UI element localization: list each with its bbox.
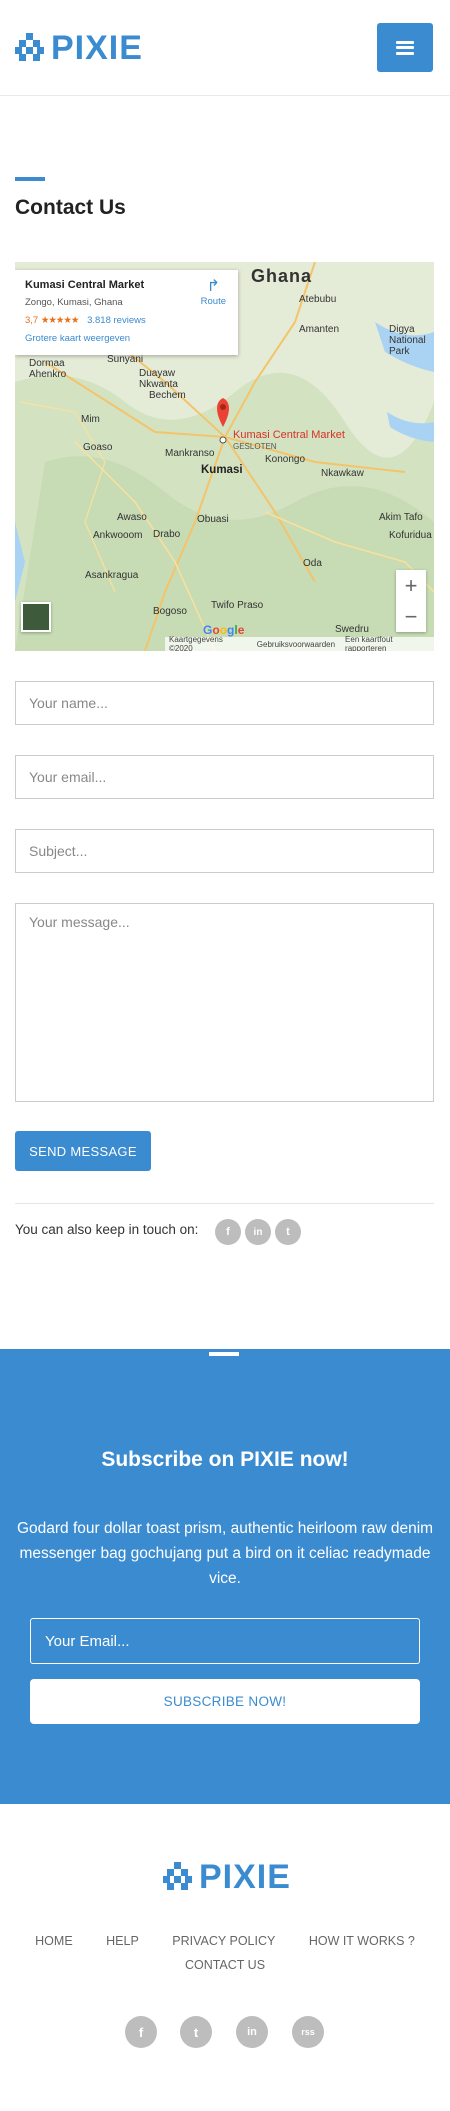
subscribe-button[interactable]: SUBSCRIBE NOW!	[30, 1679, 420, 1724]
map-city-label: Goaso	[83, 442, 113, 453]
map-city-label: Awaso	[117, 512, 147, 523]
pin-place-name: Kumasi Central Market	[233, 429, 345, 441]
twitter-icon[interactable]: t	[180, 2016, 212, 2048]
keep-in-touch-text: You can also keep in touch on:	[15, 1222, 199, 1237]
divider	[15, 1203, 434, 1204]
pixel-logo-icon	[15, 33, 45, 63]
route-button[interactable]: ↱ Route	[201, 278, 226, 307]
map-attribution: Kaartgegevens ©2020 Gebruiksvoorwaarden …	[165, 635, 434, 651]
linkedin-icon[interactable]: in	[245, 1219, 271, 1245]
pixel-logo-icon	[163, 1862, 193, 1892]
email-field[interactable]: Your email...	[15, 755, 434, 799]
map-city-label: Konongo	[265, 454, 306, 465]
map-city-label: Bechem	[149, 390, 186, 401]
map-city-label: Mankranso	[165, 448, 215, 459]
footer-link-how-it-works[interactable]: HOW IT WORKS ?	[309, 1934, 415, 1948]
map-city-label: Obuasi	[197, 514, 229, 525]
map-city-label: Amanten	[299, 324, 340, 335]
facebook-icon[interactable]: f	[215, 1219, 241, 1245]
site-header: PIXIE	[0, 0, 450, 96]
map-city-label: Oda	[303, 558, 322, 569]
place-name: Kumasi Central Market	[25, 279, 145, 291]
section-accent-bar	[15, 177, 45, 181]
map-city-label: Kofuridua	[389, 530, 432, 541]
map-city-label: Atebubu	[299, 294, 337, 305]
subject-field[interactable]: Subject...	[15, 829, 434, 873]
map-city-label: Sunyani	[107, 354, 144, 365]
send-message-button[interactable]: SEND MESSAGE	[15, 1131, 151, 1171]
report-error-link[interactable]: Een kaartfout rapporteren	[345, 635, 434, 651]
footer-logo-text: PIXIE	[199, 1857, 291, 1896]
map-pin-label[interactable]: Kumasi Central Market GESLOTEN	[233, 430, 345, 452]
place-rating: 3,7 ★★★★★ 3.818 reviews	[25, 315, 228, 326]
google-map[interactable]: Ghana Sunyani Duayaw Nkwanta Bechem Mim …	[15, 262, 434, 651]
site-logo[interactable]: PIXIE	[15, 28, 143, 68]
map-city-label: Swedru	[335, 624, 369, 635]
map-city-label: Nkawkaw	[321, 468, 364, 479]
zoom-control: + −	[396, 570, 426, 632]
map-city-label: Asankragua	[85, 570, 139, 581]
linkedin-icon[interactable]: in	[236, 2016, 268, 2048]
footer-link-help[interactable]: HELP	[106, 1934, 139, 1948]
map-city-label: Bogoso	[153, 606, 187, 617]
facebook-icon[interactable]: f	[125, 2016, 157, 2048]
map-city-label: Drabo	[153, 529, 181, 540]
zoom-out-button[interactable]: −	[396, 601, 426, 632]
route-label: Route	[200, 296, 226, 307]
bigger-map-link[interactable]: Grotere kaart weergeven	[25, 333, 228, 344]
menu-button[interactable]	[377, 23, 433, 72]
place-address: Zongo, Kumasi, Ghana	[25, 297, 123, 308]
rating-value: 3,7	[25, 315, 39, 326]
map-country-label: Ghana	[251, 266, 313, 286]
zoom-in-button[interactable]: +	[396, 570, 426, 601]
map-city-label: Duayaw Nkwanta	[139, 368, 178, 390]
satellite-toggle[interactable]	[21, 602, 51, 632]
name-field[interactable]: Your name...	[15, 681, 434, 725]
map-place-card: Kumasi Central Market Zongo, Kumasi, Gha…	[15, 270, 238, 355]
map-data-credit: Kaartgegevens ©2020	[169, 635, 223, 651]
footer-nav-row2: CONTACT US	[0, 1958, 450, 1972]
map-city-label: Akim Tafo	[379, 512, 423, 523]
footer-nav: HOME HELP PRIVACY POLICY HOW IT WORKS ?	[0, 1934, 450, 1948]
subscribe-accent-bar	[209, 1352, 239, 1356]
map-city-kumasi: Kumasi	[201, 464, 243, 476]
footer-link-privacy[interactable]: PRIVACY POLICY	[172, 1934, 275, 1948]
message-field[interactable]: Your message...	[15, 903, 434, 1102]
page-title: Contact Us	[15, 196, 126, 219]
map-city-label: Ankwooom	[93, 530, 143, 541]
rss-icon[interactable]: rss	[292, 2016, 324, 2048]
pin-status: GESLOTEN	[233, 442, 277, 451]
map-city-label: Digya National Park	[389, 324, 426, 357]
hamburger-icon	[396, 40, 414, 55]
subscribe-title: Subscribe on PIXIE now!	[101, 1448, 349, 1471]
map-city-label: Dormaa Ahenkro	[29, 358, 67, 380]
subscribe-text: Godard four dollar toast prism, authenti…	[16, 1520, 434, 1587]
footer-logo[interactable]: PIXIE	[163, 1857, 291, 1897]
footer-link-contact[interactable]: CONTACT US	[185, 1958, 265, 1972]
terms-link[interactable]: Gebruiksvoorwaarden	[257, 640, 335, 649]
logo-text: PIXIE	[51, 28, 143, 67]
subscribe-email-input[interactable]: Your Email...	[30, 1618, 420, 1664]
star-icon: ★★★★★	[40, 315, 80, 326]
directions-icon: ↱	[206, 278, 221, 295]
twitter-icon[interactable]: t	[275, 1219, 301, 1245]
map-city-label: Twifo Praso	[211, 600, 264, 611]
map-city-label: Mim	[81, 414, 100, 425]
footer-link-home[interactable]: HOME	[35, 1934, 73, 1948]
reviews-link[interactable]: 3.818 reviews	[87, 315, 146, 326]
